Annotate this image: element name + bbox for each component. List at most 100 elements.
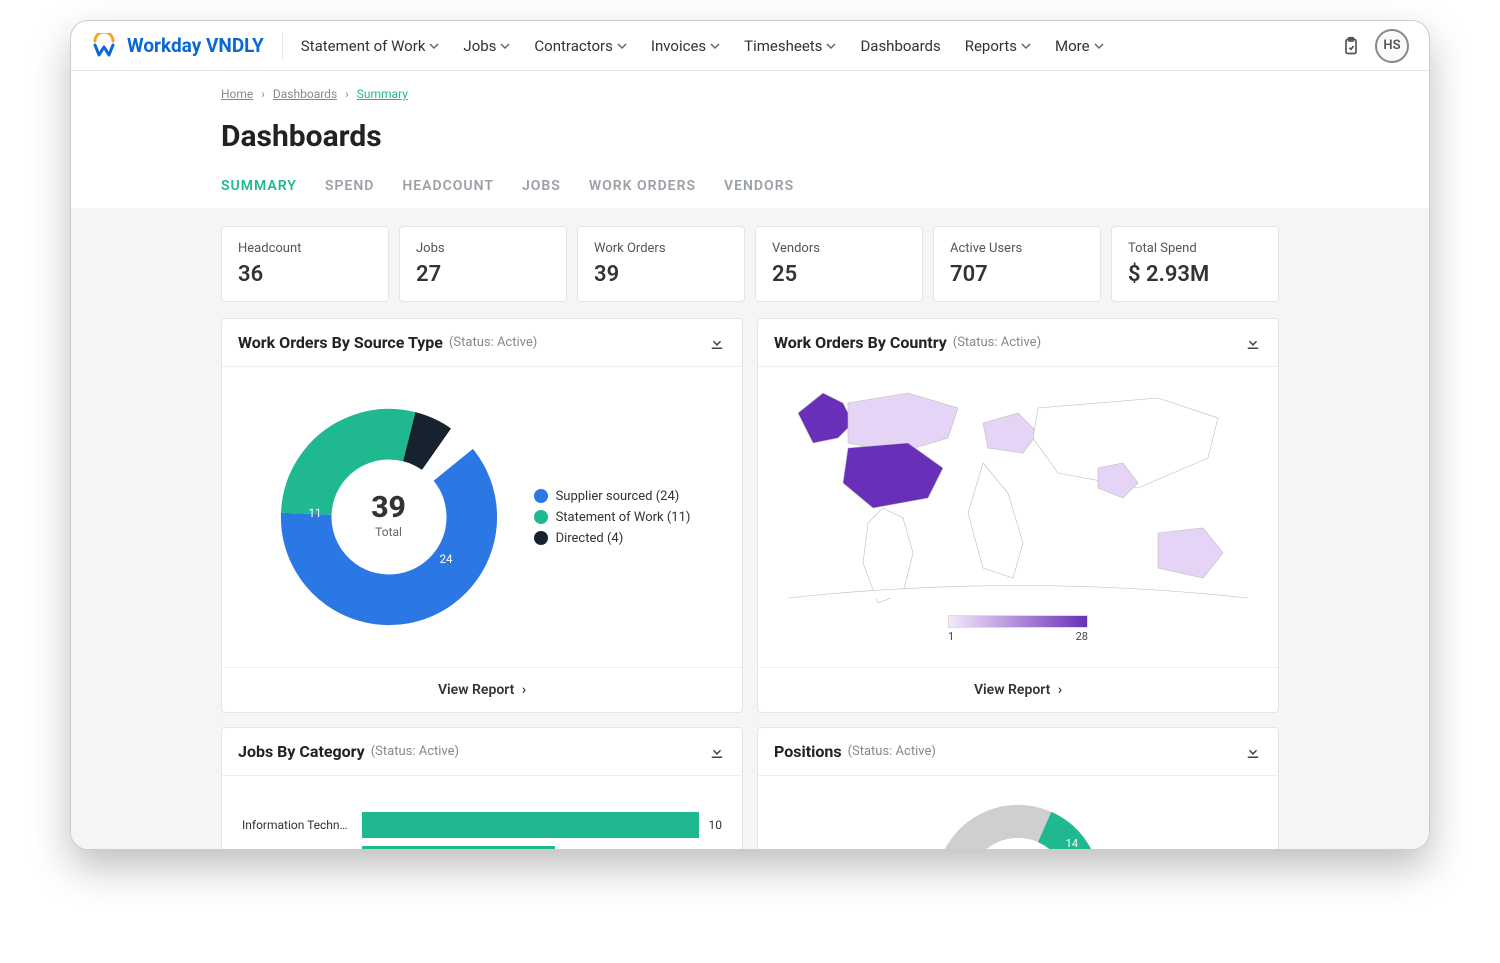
breadcrumb: Home › Dashboards › Summary [221,87,1279,101]
download-icon[interactable] [708,334,726,352]
card-title: Jobs By Category [238,742,365,761]
kpi-card: Total Spend $ 2.93M [1111,226,1279,302]
region-europe [983,413,1038,453]
nav-item-reports[interactable]: Reports [965,37,1031,55]
region-africa [968,463,1023,578]
world-map [768,373,1268,613]
kpi-label: Active Users [950,241,1084,256]
card-subtitle: (Status: Active) [953,335,1041,350]
chevron-down-icon [429,37,439,55]
view-report-link[interactable]: View Report › [222,667,742,712]
bar-chart: Information Techno…10 [222,776,742,849]
tab-work-orders[interactable]: WORK ORDERS [589,178,696,208]
region-alaska [798,393,853,443]
legend-row: Supplier sourced (24) [534,489,691,504]
kpi-card: Vendors 25 [755,226,923,302]
kpi-card: Headcount 36 [221,226,389,302]
kpi-label: Jobs [416,241,550,256]
nav-label: Jobs [463,37,496,55]
clipboard-icon[interactable] [1341,36,1361,56]
kpi-label: Work Orders [594,241,728,256]
scale-max: 28 [1076,630,1088,643]
page-title: Dashboards [221,119,1279,154]
bar-track [362,812,699,838]
nav-label: Invoices [651,37,706,55]
breadcrumb-link[interactable]: Dashboards [273,87,337,101]
tab-headcount[interactable]: HEADCOUNT [402,178,494,208]
tab-spend[interactable]: SPEND [325,178,374,208]
legend-label: Statement of Work (11) [556,510,691,525]
kpi-card: Work Orders 39 [577,226,745,302]
breadcrumb-link[interactable]: Summary [357,87,408,101]
bar-fill [362,812,699,838]
chevron-down-icon [500,37,510,55]
breadcrumb-link[interactable]: Home [221,87,253,101]
view-report-link[interactable]: View Report › [758,667,1278,712]
kpi-row: Headcount 36 Jobs 27 Work Orders 39 Vendors 25 A… [221,226,1279,302]
legend-label: Directed (4) [556,531,624,546]
card-title: Positions [774,742,842,761]
nav-label: More [1055,37,1090,55]
breadcrumb-separator: › [261,87,265,101]
kpi-value: 25 [772,262,906,287]
card-title: Work Orders By Source Type [238,333,443,352]
bar-row [242,846,722,849]
kpi-label: Headcount [238,241,372,256]
chevron-right-icon: › [522,682,526,698]
kpi-card: Jobs 27 [399,226,567,302]
nav-label: Statement of Work [301,37,426,55]
nav-item-jobs[interactable]: Jobs [463,37,510,55]
legend-row: Statement of Work (11) [534,510,691,525]
breadcrumb-separator: › [345,87,349,101]
user-avatar[interactable]: HS [1375,29,1409,63]
slice-label-24: 24 [439,552,452,566]
kpi-value: 36 [238,262,372,287]
nav-item-dashboards[interactable]: Dashboards [860,37,940,55]
positions-slice-label: 14 [1066,837,1078,849]
card-subtitle: (Status: Active) [449,335,537,350]
brand-block[interactable]: Workday VNDLY [91,33,283,59]
donut-total-value: 39 [274,490,504,525]
nav-item-more[interactable]: More [1055,37,1104,55]
bar-row: Information Techno…10 [242,812,722,838]
card-subtitle: (Status: Active) [371,744,459,759]
card-work-orders-country: Work Orders By Country (Status: Active) [757,318,1279,713]
region-usa [843,443,943,508]
card-subtitle: (Status: Active) [848,744,936,759]
brand-text: Workday VNDLY [127,34,264,57]
legend-label: Supplier sourced (24) [556,489,680,504]
positions-donut: 14 [908,792,1128,849]
chevron-down-icon [1094,37,1104,55]
nav-label: Contractors [534,37,612,55]
nav-item-contractors[interactable]: Contractors [534,37,626,55]
nav-label: Reports [965,37,1017,55]
download-icon[interactable] [708,743,726,761]
tab-strip: SUMMARY SPEND HEADCOUNT JOBS WORK ORDERS VEND… [221,178,1279,208]
tab-summary[interactable]: SUMMARY [221,178,297,208]
kpi-value: 27 [416,262,550,287]
nav-item-timesheets[interactable]: Timesheets [744,37,836,55]
legend-swatch [534,510,548,524]
kpi-label: Total Spend [1128,241,1262,256]
bar-value: 10 [709,818,723,832]
kpi-value: 39 [594,262,728,287]
nav-label: Timesheets [744,37,822,55]
donut-total-label: Total [274,525,504,539]
card-work-orders-source: Work Orders By Source Type (Status: Acti… [221,318,743,713]
nav-item-invoices[interactable]: Invoices [651,37,720,55]
nav-item-statement-of-work[interactable]: Statement of Work [301,37,440,55]
chevron-down-icon [826,37,836,55]
region-antarctica [788,586,1248,599]
card-title: Work Orders By Country [774,333,947,352]
download-icon[interactable] [1244,743,1262,761]
kpi-value: $ 2.93M [1128,262,1262,287]
kpi-label: Vendors [772,241,906,256]
nav-label: Dashboards [860,37,940,55]
card-jobs-category: Jobs By Category (Status: Active) Inform… [221,727,743,849]
tab-jobs[interactable]: JOBS [522,178,561,208]
download-icon[interactable] [1244,334,1262,352]
donut-legend: Supplier sourced (24) Statement of Work (… [534,483,691,552]
card-positions: Positions (Status: Active) 14 [757,727,1279,849]
chevron-down-icon [617,37,627,55]
tab-vendors[interactable]: VENDORS [724,178,794,208]
